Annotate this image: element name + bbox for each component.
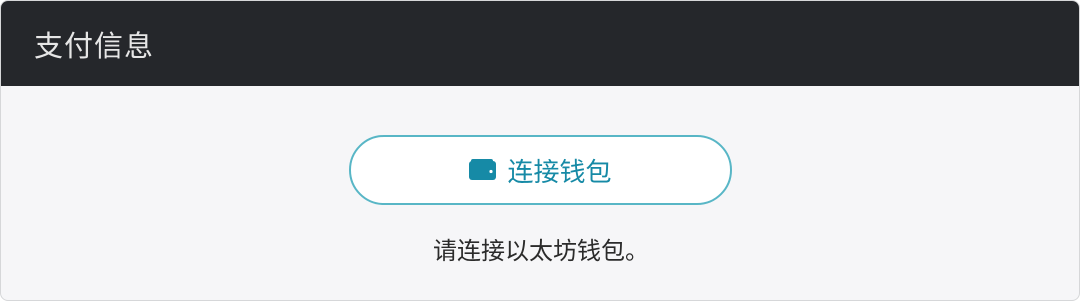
connect-wallet-label: 连接钱包 [507, 157, 612, 188]
panel-header: 支付信息 [1, 1, 1079, 86]
panel-title: 支付信息 [34, 28, 155, 63]
wallet-icon [469, 159, 497, 181]
payment-panel: 支付信息 连接钱包 请连接以太坊钱包。 [0, 0, 1080, 301]
connect-wallet-button[interactable]: 连接钱包 [349, 135, 732, 205]
connect-hint-text: 请连接以太坊钱包。 [433, 237, 649, 265]
panel-body: 连接钱包 请连接以太坊钱包。 [1, 86, 1079, 300]
